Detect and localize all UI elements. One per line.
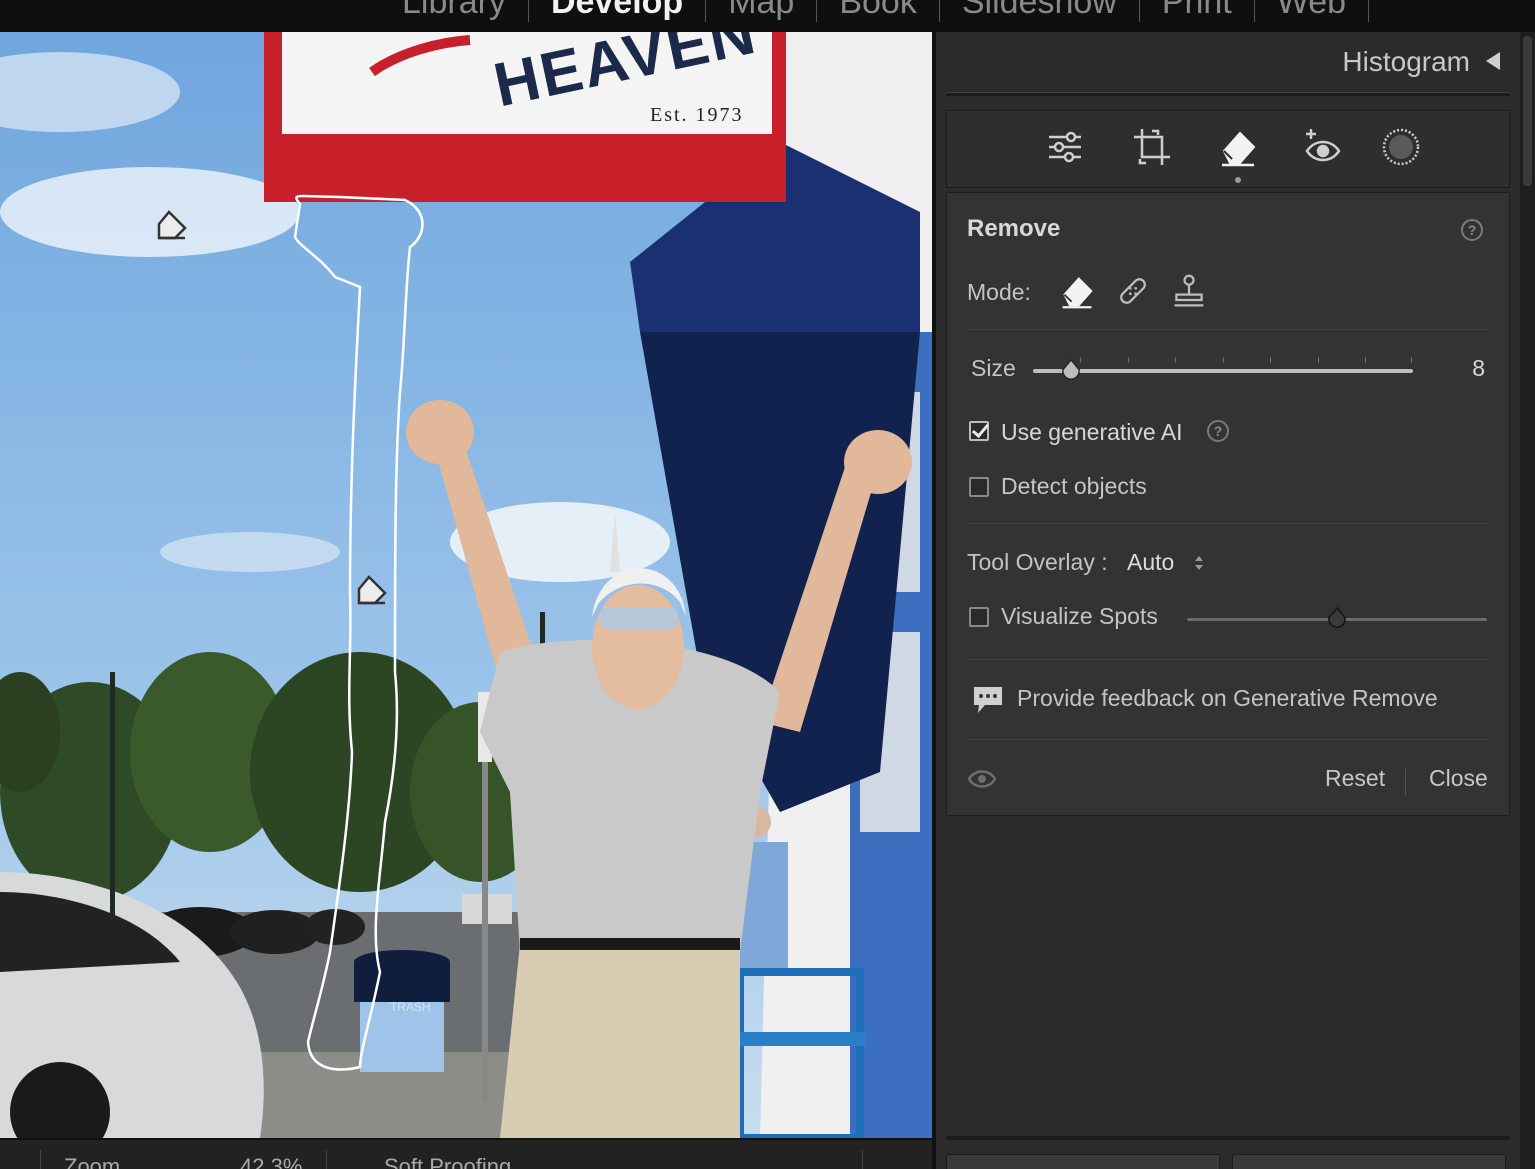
red-eye-icon[interactable] [1301, 125, 1345, 169]
visualize-spots-checkbox[interactable] [969, 607, 989, 627]
toolbar-separator [326, 1150, 327, 1169]
tool-strip [946, 110, 1510, 188]
tool-overlay-label: Tool Overlay : [967, 549, 1108, 575]
separator [967, 523, 1487, 524]
sign-est-text: Est. 1973 [650, 104, 744, 126]
visualize-spots-thumb[interactable] [1326, 607, 1348, 629]
mode-heal-icon[interactable] [1115, 273, 1151, 314]
size-slider-track[interactable] [1033, 369, 1413, 373]
tool-overlay-select[interactable]: Auto [1127, 549, 1174, 576]
histogram-title: Histogram [1342, 46, 1470, 77]
trash-can-text: TRASH [390, 1000, 431, 1014]
slider-tick [1318, 357, 1319, 363]
generative-ai-help-icon[interactable]: ? [1207, 420, 1229, 442]
slider-tick [1128, 357, 1129, 363]
scrollbar-thumb[interactable] [1523, 36, 1532, 186]
toolbar-separator [862, 1150, 863, 1169]
module-picker: Library Develop Map Book Slideshow Print Web [0, 0, 1535, 32]
photo-canvas[interactable]: HEAVEN Est. 1973 TRASH [0, 32, 932, 1138]
module-book[interactable]: Book [817, 0, 940, 22]
module-develop[interactable]: Develop [529, 0, 707, 22]
histogram-divider [946, 92, 1510, 96]
bottom-toolbar: Zoom 42.3% Soft Proofing [0, 1138, 932, 1169]
visualize-spots-label[interactable]: Visualize Spots [1001, 603, 1158, 630]
reset-button[interactable]: Reset [1325, 765, 1385, 792]
visualize-spots-slider[interactable] [1187, 607, 1487, 633]
crop-icon[interactable] [1130, 125, 1174, 169]
photo-scene [0, 32, 932, 1138]
active-tool-indicator [1235, 177, 1241, 183]
remove-help-icon[interactable]: ? [1461, 219, 1483, 241]
feedback-icon[interactable] [971, 683, 1005, 722]
size-value[interactable]: 8 [1472, 355, 1485, 382]
feedback-link[interactable]: Provide feedback on Generative Remove [1017, 685, 1438, 712]
slider-tick [1175, 357, 1176, 363]
use-generative-ai-checkbox[interactable] [969, 421, 989, 441]
separator [967, 739, 1487, 740]
toolbar-separator [40, 1150, 41, 1169]
previous-button[interactable] [946, 1154, 1220, 1169]
module-slideshow[interactable]: Slideshow [940, 0, 1140, 22]
panel-footer-divider [946, 1136, 1510, 1140]
mode-remove-icon[interactable] [1059, 273, 1095, 314]
module-web[interactable]: Web [1255, 0, 1370, 22]
module-list: Library Develop Map Book Slideshow Print Web [380, 0, 1370, 22]
right-panel: Histogram Remove ? Mode: Size 8 Use gene… [936, 32, 1520, 1169]
use-generative-ai-label[interactable]: Use generative AI [1001, 419, 1183, 446]
detect-objects-label[interactable]: Detect objects [1001, 473, 1147, 500]
collapse-triangle-icon[interactable] [1486, 52, 1500, 70]
reset-all-button[interactable] [1232, 1154, 1506, 1169]
remove-icon[interactable] [1216, 125, 1260, 169]
zoom-label: Zoom [64, 1154, 121, 1169]
module-print[interactable]: Print [1140, 0, 1255, 22]
mode-label: Mode: [967, 279, 1031, 305]
module-library[interactable]: Library [380, 0, 529, 22]
separator [967, 659, 1487, 660]
histogram-header[interactable]: Histogram [946, 32, 1510, 92]
remove-panel: Remove ? Mode: Size 8 Use generative AI … [946, 192, 1510, 816]
chevron-updown-icon[interactable] [1193, 553, 1205, 578]
mode-clone-icon[interactable] [1171, 273, 1207, 314]
separator [967, 329, 1487, 330]
panel-scrollbar[interactable] [1520, 32, 1535, 1169]
detect-objects-checkbox[interactable] [969, 477, 989, 497]
edit-icon[interactable] [1043, 125, 1087, 169]
zoom-value[interactable]: 42.3% [240, 1154, 302, 1169]
button-separator [1405, 769, 1406, 795]
soft-proofing-label[interactable]: Soft Proofing [384, 1154, 511, 1169]
size-label: Size [971, 355, 1016, 381]
slider-tick [1270, 357, 1271, 363]
slider-tick [1411, 357, 1412, 363]
size-slider[interactable] [1033, 357, 1413, 383]
masking-icon[interactable] [1379, 125, 1423, 169]
slider-tick [1365, 357, 1366, 363]
size-slider-thumb[interactable] [1060, 359, 1082, 381]
remove-panel-title: Remove [967, 215, 1061, 242]
slider-tick [1223, 357, 1224, 363]
eye-toggle-icon[interactable] [967, 767, 997, 796]
close-button[interactable]: Close [1429, 765, 1488, 792]
module-map[interactable]: Map [706, 0, 818, 22]
